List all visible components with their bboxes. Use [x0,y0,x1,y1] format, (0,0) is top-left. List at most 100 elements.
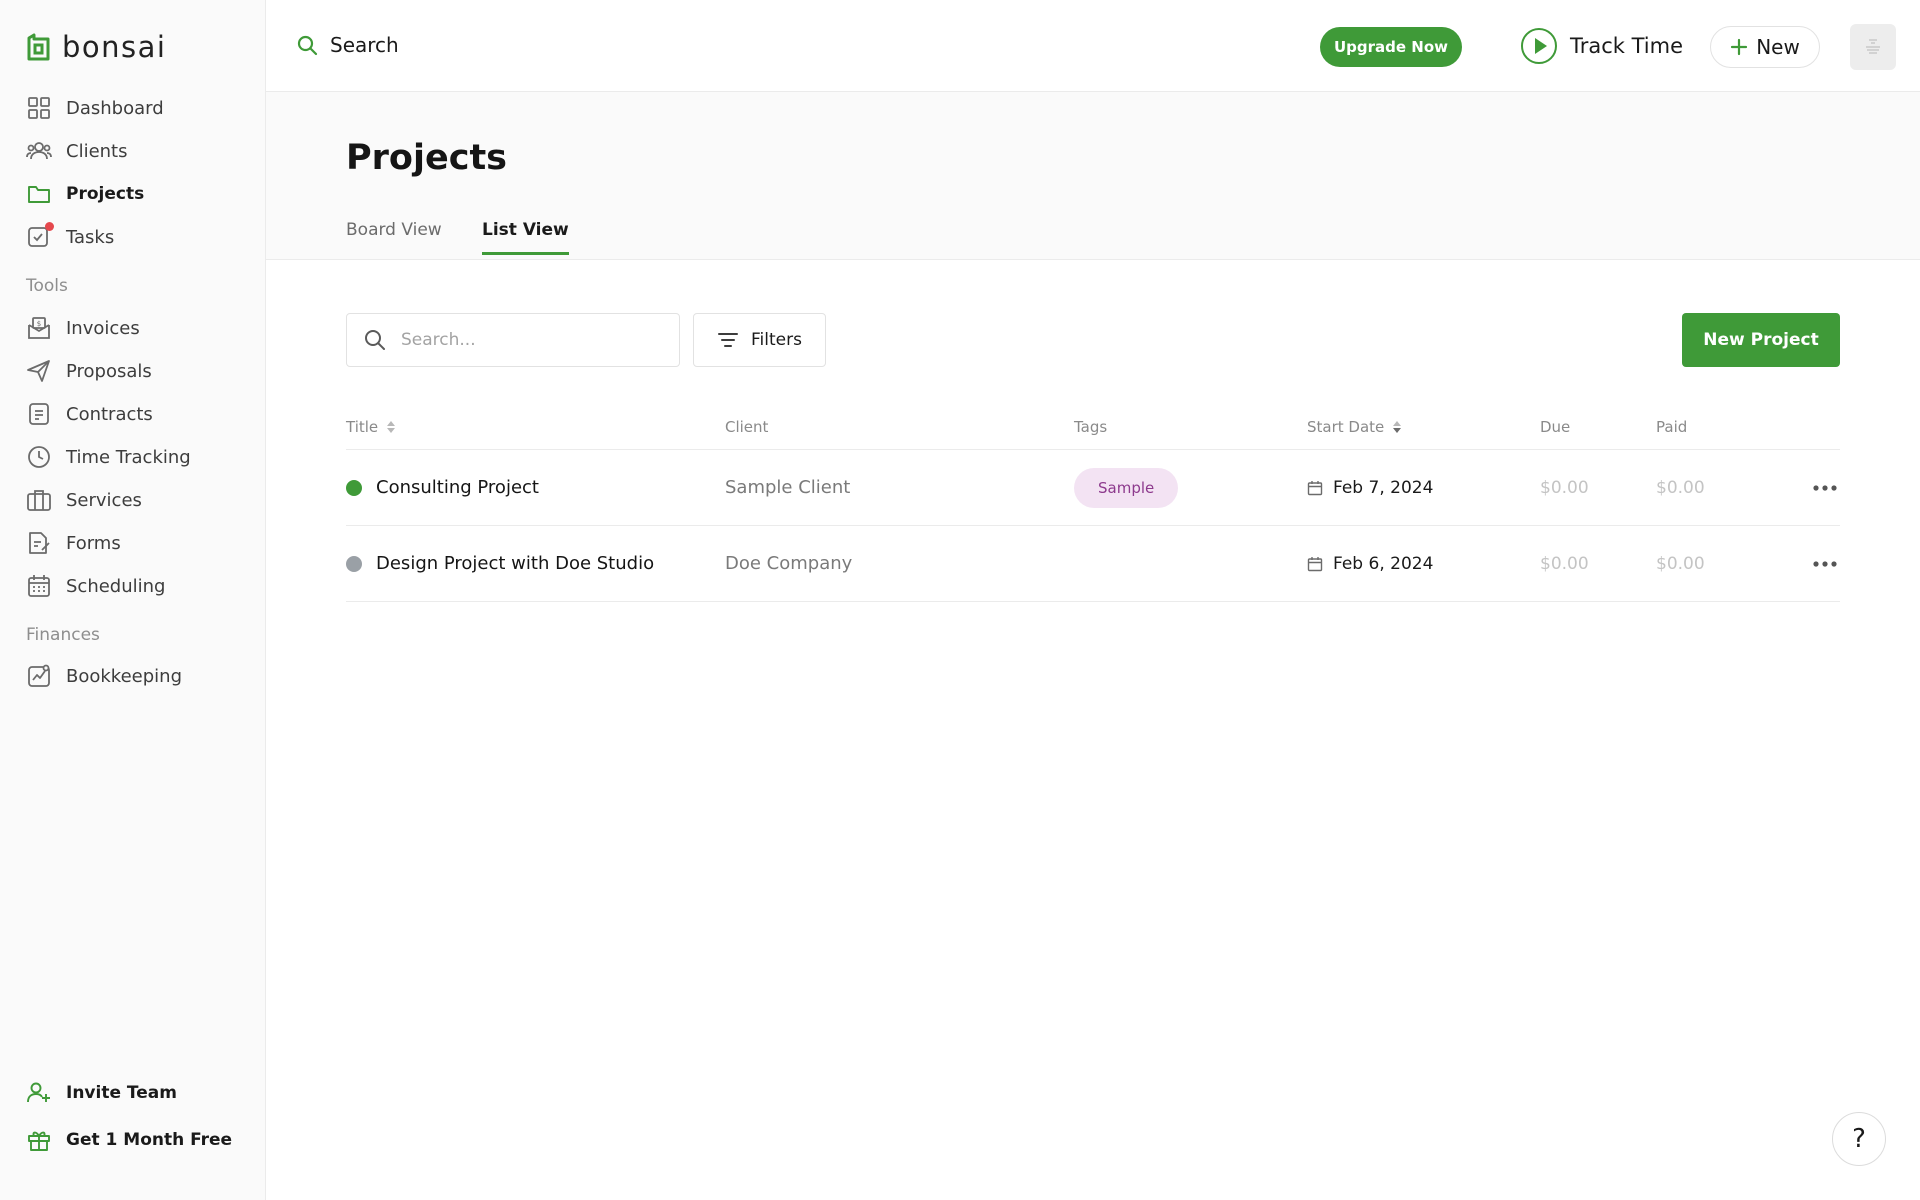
sidebar-item-clients[interactable]: Clients [26,135,256,167]
more-horizontal-icon [1813,560,1837,567]
brand-name: bonsai [62,30,167,64]
projects-table: Title Client Tags Start Date Due Paid Co… [346,410,1840,602]
tags-cell: Sample [1074,450,1179,525]
column-title-label: Title [346,418,379,436]
finances-section-label: Finances [26,625,100,645]
page-title: Projects [346,138,508,178]
sidebar-item-label: Tasks [66,226,115,248]
project-title[interactable]: Consulting Project [376,477,539,498]
invite-team-button[interactable]: Invite Team [26,1077,256,1109]
logo[interactable]: bonsai [26,30,166,64]
briefcase-icon [26,487,52,513]
avatar[interactable] [1850,24,1896,70]
sort-icon [386,420,396,434]
start-date: Feb 7, 2024 [1333,477,1434,498]
project-search-input[interactable] [346,313,680,367]
filters-label: Filters [751,330,802,350]
sidebar-item-time-tracking[interactable]: Time Tracking [26,441,256,473]
due-amount: $0.00 [1540,477,1589,498]
sidebar-item-label: Dashboard [66,97,164,119]
sidebar-item-services[interactable]: Services [26,484,256,516]
more-options-button[interactable] [1810,450,1840,525]
sidebar-item-scheduling[interactable]: Scheduling [26,570,256,602]
project-search-field[interactable] [401,330,661,350]
due-amount: $0.00 [1540,553,1589,574]
column-title[interactable]: Title [346,418,396,436]
start-date-cell: Feb 7, 2024 [1307,450,1433,525]
sidebar-item-label: Proposals [66,360,152,382]
tab-board-view[interactable]: Board View [346,220,442,252]
sidebar-item-label: Clients [66,140,128,162]
track-time-button[interactable]: Track Time [1520,26,1683,66]
start-date-cell: Feb 6, 2024 [1307,526,1433,601]
global-search[interactable]: Search [296,30,399,60]
plus-icon [1730,38,1748,56]
more-options-button[interactable] [1810,526,1840,601]
calendar-icon [1307,556,1323,572]
project-title-cell: Design Project with Doe Studio [346,526,654,601]
new-project-button[interactable]: New Project [1682,313,1840,367]
page-header: Projects Board View List View [266,92,1920,260]
svg-text:$: $ [37,320,41,328]
calendar-icon [1307,480,1323,496]
global-search-label: Search [330,33,399,57]
notification-dot [45,222,54,231]
calendar-icon [26,573,52,599]
sidebar-item-dashboard[interactable]: Dashboard [26,92,256,124]
filter-icon [717,330,739,350]
form-icon [26,530,52,556]
sidebar-item-proposals[interactable]: Proposals [26,355,256,387]
status-dot [346,479,362,496]
sidebar-item-label: Bookkeeping [66,665,182,687]
sidebar-item-forms[interactable]: Forms [26,527,256,559]
sidebar-item-bookkeeping[interactable]: Bookkeeping [26,660,256,692]
search-icon [363,328,387,352]
dashboard-icon [26,95,52,121]
filters-button[interactable]: Filters [693,313,826,367]
sidebar-item-projects[interactable]: Projects [26,178,256,210]
sidebar-item-label: Forms [66,532,121,554]
tools-section-label: Tools [26,276,68,296]
new-button-label: New [1756,35,1800,59]
search-icon [296,34,318,56]
column-client: Client [725,418,769,436]
upgrade-now-button[interactable]: Upgrade Now [1320,27,1462,67]
column-paid: Paid [1656,418,1688,436]
client-name: Sample Client [725,477,851,498]
invoice-icon: $ [26,315,52,341]
sidebar-item-contracts[interactable]: Contracts [26,398,256,430]
bonsai-logo-icon [26,33,52,61]
table-header: Title Client Tags Start Date Due Paid [346,410,1840,450]
tasks-icon [26,222,54,250]
new-button[interactable]: New [1710,26,1820,68]
gift-icon [26,1127,52,1153]
sidebar-item-tasks[interactable]: Tasks [26,221,256,253]
help-button[interactable]: ? [1832,1112,1886,1166]
paid-amount: $0.00 [1656,553,1705,574]
tab-list-view[interactable]: List View [482,220,569,255]
tag-badge[interactable]: Sample [1074,467,1179,508]
sidebar-item-label: Scheduling [66,575,166,597]
status-dot [346,555,362,572]
paid-amount: $0.00 [1656,477,1705,498]
project-title[interactable]: Design Project with Doe Studio [376,553,654,574]
sidebar-item-label: Projects [66,184,145,204]
avatar-logo-icon [1860,34,1886,60]
sidebar-item-invoices[interactable]: $ Invoices [26,312,256,344]
column-tags: Tags [1074,418,1108,436]
sidebar-item-label: Services [66,489,142,511]
column-start-date-label: Start Date [1307,418,1385,436]
start-date: Feb 6, 2024 [1333,553,1434,574]
sort-desc-icon [1392,420,1402,434]
more-horizontal-icon [1813,484,1837,491]
add-user-icon [26,1080,52,1106]
table-row[interactable]: Consulting Project Sample Client Sample … [346,450,1840,526]
column-start-date[interactable]: Start Date [1307,418,1402,436]
table-row[interactable]: Design Project with Doe Studio Doe Compa… [346,526,1840,602]
get-month-free-button[interactable]: Get 1 Month Free [26,1124,256,1156]
clients-icon [26,138,52,164]
column-due: Due [1540,418,1571,436]
chart-icon [26,663,52,689]
clock-icon [26,444,52,470]
sidebar-item-label: Invoices [66,317,140,339]
